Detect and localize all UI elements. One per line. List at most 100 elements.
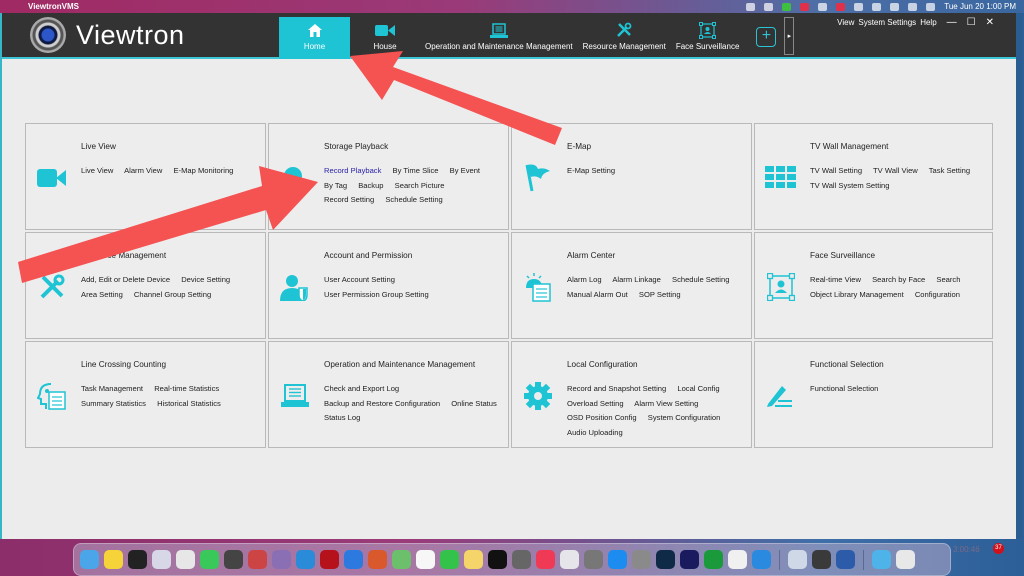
volume-icon[interactable] <box>854 2 864 11</box>
module-link[interactable]: OSD Position Config <box>567 413 637 422</box>
dock-app-mail-icon[interactable] <box>344 550 363 569</box>
control-center-icon[interactable] <box>926 2 936 11</box>
nav-tab-operation-maintenance[interactable]: Operation and Maintenance Management <box>420 17 578 59</box>
pencil-icon[interactable] <box>765 380 797 412</box>
nav-tab-house[interactable]: House <box>350 17 420 59</box>
tools-icon[interactable] <box>36 271 68 303</box>
module-link[interactable]: Check and Export Log <box>324 384 399 393</box>
dock-app-terminal-icon[interactable] <box>128 550 147 569</box>
module-link[interactable]: Schedule Setting <box>672 275 729 284</box>
dock-app-photo-booth-icon[interactable] <box>248 550 267 569</box>
module-link[interactable]: Configuration <box>915 290 960 299</box>
dock-app-image-capture-icon[interactable] <box>788 550 807 569</box>
module-link[interactable]: E-Map Monitoring <box>173 166 233 175</box>
dock-app-quicktime-icon[interactable] <box>812 550 831 569</box>
module-link[interactable]: Record Playback <box>324 166 381 175</box>
module-link[interactable]: Channel Group Setting <box>134 290 211 299</box>
module-link[interactable]: User Permission Group Setting <box>324 290 429 299</box>
laptop-icon[interactable] <box>279 380 311 412</box>
module-link[interactable]: Object Library Management <box>810 290 904 299</box>
active-app-name[interactable]: ViewtronVMS <box>28 2 79 11</box>
module-link[interactable]: Alarm View Setting <box>634 399 698 408</box>
dock-app-reminders-icon[interactable] <box>104 550 123 569</box>
menu-system-settings[interactable]: System Settings <box>858 18 916 27</box>
module-link[interactable]: Add, Edit or Delete Device <box>81 275 170 284</box>
dock-app-filezilla-icon[interactable] <box>320 550 339 569</box>
dock-app-notes-icon[interactable] <box>464 550 483 569</box>
module-link[interactable]: System Configuration <box>648 413 721 422</box>
module-link[interactable]: Historical Statistics <box>157 399 221 408</box>
module-link[interactable]: TV Wall Setting <box>810 166 862 175</box>
module-link[interactable]: TV Wall View <box>873 166 918 175</box>
dock-app-trash-icon[interactable] <box>896 550 915 569</box>
module-link[interactable]: Live View <box>81 166 113 175</box>
module-link[interactable]: Real-time Statistics <box>154 384 219 393</box>
dock-app-downloads-icon[interactable] <box>872 550 891 569</box>
nav-scroll-right-button[interactable]: ▸ <box>784 17 795 55</box>
dock-app-messages-icon[interactable] <box>200 550 219 569</box>
module-link[interactable]: Alarm View <box>124 166 162 175</box>
dock-app-chrome-icon[interactable] <box>176 550 195 569</box>
module-link[interactable]: Online Status <box>451 399 497 408</box>
module-link[interactable]: Overload Setting <box>567 399 624 408</box>
dock-app-launchpad-icon[interactable] <box>152 550 171 569</box>
wifi-icon[interactable] <box>890 2 900 11</box>
dock-app-maps-icon[interactable] <box>392 550 411 569</box>
module-link[interactable]: By Tag <box>324 181 347 190</box>
dock-app-imovie-icon[interactable] <box>272 550 291 569</box>
dock-app-word-icon[interactable] <box>836 550 855 569</box>
close-button[interactable]: ✕ <box>986 17 994 28</box>
menu-help[interactable]: Help <box>920 18 936 27</box>
flag-icon[interactable] <box>522 162 554 194</box>
module-link[interactable]: Manual Alarm Out <box>567 290 628 299</box>
module-link[interactable]: Device Setting <box>181 275 230 284</box>
dock-app-dvd-player-icon[interactable] <box>512 550 531 569</box>
spotlight-search-icon[interactable] <box>908 2 918 11</box>
dock-app-apple-tv-icon[interactable] <box>488 550 507 569</box>
module-link[interactable]: Search Picture <box>395 181 445 190</box>
add-tab-button[interactable]: + <box>756 27 777 47</box>
status-icon[interactable] <box>800 2 810 11</box>
module-link[interactable]: Schedule Setting <box>385 195 442 204</box>
module-link[interactable]: Audio Uploading <box>567 428 623 437</box>
status-icon[interactable] <box>746 2 756 11</box>
dock-app-finder-icon[interactable] <box>80 550 99 569</box>
dock-app-facetime-icon[interactable] <box>440 550 459 569</box>
module-link[interactable]: Search <box>936 275 960 284</box>
dock-app-media-encoder-icon[interactable] <box>680 550 699 569</box>
module-link[interactable]: Record and Snapshot Setting <box>567 384 666 393</box>
video-camera-icon[interactable] <box>36 162 68 194</box>
module-link[interactable]: Alarm Log <box>567 275 602 284</box>
nav-tab-face-surveillance[interactable]: Face Surveillance <box>671 17 745 59</box>
dock-app-system-preferences-icon[interactable] <box>632 550 651 569</box>
status-icon[interactable] <box>764 2 774 11</box>
dock-app-vs-code-icon[interactable] <box>728 550 747 569</box>
dock-app-viewtronvms-icon[interactable] <box>584 550 603 569</box>
module-link[interactable]: Backup and Restore Configuration <box>324 399 440 408</box>
dock-app-scrivener-green-icon[interactable] <box>704 550 723 569</box>
user-shield-icon[interactable] <box>279 271 311 303</box>
module-link[interactable]: Functional Selection <box>810 384 878 393</box>
status-icon[interactable] <box>782 2 792 11</box>
module-link[interactable]: SOP Setting <box>639 290 681 299</box>
maximize-button[interactable]: ☐ <box>967 17 976 28</box>
module-link[interactable]: Record Setting <box>324 195 374 204</box>
module-link[interactable]: Area Setting <box>81 290 123 299</box>
module-link[interactable]: Task Management <box>81 384 143 393</box>
alarm-icon[interactable] <box>522 271 554 303</box>
dock-app-scrivener-icon[interactable] <box>296 550 315 569</box>
dock-app-teamviewer-icon[interactable] <box>752 550 771 569</box>
face-frame-icon[interactable] <box>765 271 797 303</box>
menu-view[interactable]: View <box>837 18 854 27</box>
dock-app-app-store-icon[interactable] <box>608 550 627 569</box>
module-link[interactable]: Task Setting <box>929 166 970 175</box>
battery-icon[interactable] <box>872 2 882 11</box>
module-link[interactable]: Summary Statistics <box>81 399 146 408</box>
dock-app-photoshop-icon[interactable] <box>656 550 675 569</box>
dock-app-photos-icon[interactable] <box>416 550 435 569</box>
dock-app-overflow-icon[interactable] <box>368 550 387 569</box>
module-link[interactable]: Search by Face <box>872 275 925 284</box>
module-link[interactable]: By Event <box>450 166 480 175</box>
nav-tab-resource-management[interactable]: Resource Management <box>578 17 671 59</box>
module-link[interactable]: TV Wall System Setting <box>810 181 889 190</box>
